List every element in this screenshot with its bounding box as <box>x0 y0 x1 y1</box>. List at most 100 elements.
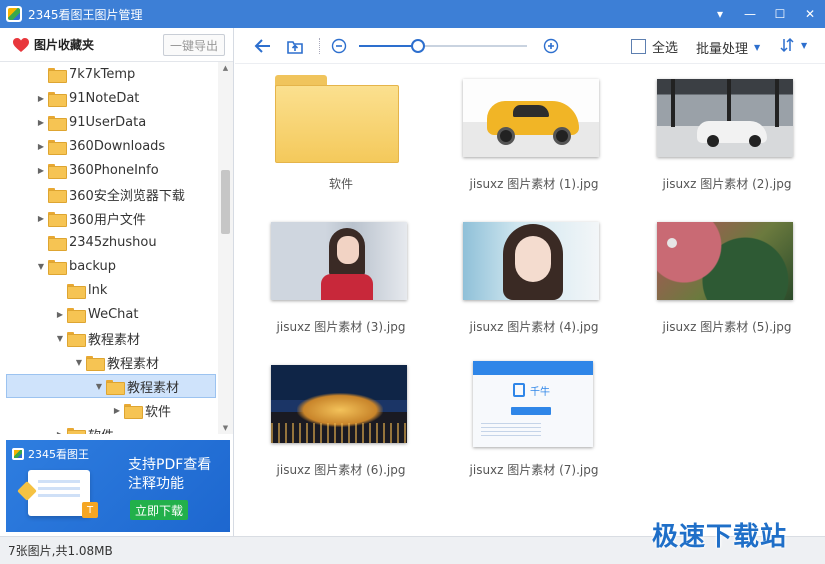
tree-item[interactable]: ▶ 91NoteDat <box>0 86 139 110</box>
zoom-slider[interactable] <box>359 39 527 53</box>
tree-item-label: 教程素材 <box>127 380 180 396</box>
collapsed-arrow-icon[interactable]: ▶ <box>36 142 46 151</box>
minimize-button[interactable]: — <box>735 0 765 28</box>
select-all-checkbox[interactable]: 全选 <box>631 37 678 56</box>
grid-item-image[interactable]: jisuxz 图片素材 (3).jpg <box>235 208 415 338</box>
tree-scrollbar[interactable]: ▲ ▼ <box>218 62 233 434</box>
sort-dropdown[interactable]: ▼ <box>779 37 807 53</box>
scroll-thumb[interactable] <box>221 170 230 234</box>
menu-dropdown-button[interactable]: ▾ <box>705 0 735 28</box>
tree-item-label: 软件 <box>88 425 114 435</box>
collapsed-arrow-icon[interactable]: ▶ <box>36 118 46 127</box>
grid-item-image[interactable]: jisuxz 图片素材 (4).jpg <box>428 208 608 338</box>
select-all-label: 全选 <box>652 41 679 56</box>
checkbox-box[interactable] <box>631 39 646 54</box>
image-grid: 软件 jisuxz 图片素材 (1).jpg jisuxz 图片素材 (2).j… <box>235 65 825 535</box>
grid-item-label: jisuxz 图片素材 (2).jpg <box>662 177 792 191</box>
chevron-down-icon: ▼ <box>754 43 761 52</box>
expanded-arrow-icon[interactable]: ▼ <box>74 358 84 367</box>
collapsed-arrow-icon[interactable]: ▶ <box>112 406 122 415</box>
ad-line2: 注释功能 <box>128 476 184 492</box>
tree-item-label: 360PhoneInfo <box>69 162 159 178</box>
scroll-down-arrow[interactable]: ▼ <box>218 422 233 434</box>
grid-item-image[interactable]: jisuxz 图片素材 (5).jpg <box>621 208 801 338</box>
window-title: 2345看图王图片管理 <box>28 7 143 22</box>
folder-icon <box>48 91 67 107</box>
ad-banner[interactable]: 2345看图王 T 支持PDF查看 注释功能 立即下载 <box>6 440 230 532</box>
tree-item[interactable]: ▼ 教程素材 <box>0 350 159 374</box>
collapsed-arrow-icon[interactable]: ▶ <box>36 214 46 223</box>
tree-item[interactable]: ▶ 360PhoneInfo <box>0 158 159 182</box>
export-button[interactable]: 一键导出 <box>163 34 225 56</box>
grid-item-image[interactable]: jisuxz 图片素材 (2).jpg <box>621 65 801 195</box>
grid-item-label: jisuxz 图片素材 (7).jpg <box>469 463 599 477</box>
ad-line1: 支持PDF查看 <box>128 457 212 473</box>
collapsed-arrow-icon[interactable]: ▶ <box>55 310 65 319</box>
grid-item-label: jisuxz 图片素材 (4).jpg <box>469 320 599 334</box>
tree-item[interactable]: ▶ 360Downloads <box>0 134 165 158</box>
back-arrow-icon[interactable] <box>253 36 273 56</box>
expanded-arrow-icon[interactable]: ▼ <box>94 382 104 391</box>
expanded-arrow-icon[interactable]: ▼ <box>55 334 65 343</box>
batch-process-dropdown[interactable]: 批量处理 ▼ <box>696 38 760 57</box>
folder-icon <box>67 283 86 299</box>
maximize-button[interactable]: ☐ <box>765 0 795 28</box>
collapsed-arrow-icon[interactable]: ▶ <box>55 430 65 435</box>
tree-item[interactable]: 7k7kTemp <box>0 62 135 86</box>
sidebar-header: 图片收藏夹 一键导出 <box>0 28 233 62</box>
tree-item-label: 教程素材 <box>88 332 141 348</box>
zoom-out-icon[interactable] <box>329 36 349 56</box>
image-thumbnail <box>463 79 599 157</box>
ad-text: 支持PDF查看 注释功能 <box>128 456 211 494</box>
grid-item-folder[interactable]: 软件 <box>235 65 415 195</box>
tree-item-label: WeChat <box>88 306 139 322</box>
tree-item[interactable]: 360安全浏览器下载 <box>0 182 185 206</box>
folder-icon <box>48 163 67 179</box>
zoom-in-icon[interactable] <box>541 36 561 56</box>
parent-folder-icon[interactable] <box>285 36 305 56</box>
sidebar: 图片收藏夹 一键导出 7k7kTemp ▶ 91NoteDat ▶ 91UserData… <box>0 28 234 536</box>
folder-icon <box>124 403 143 419</box>
image-thumbnail: 千牛 <box>473 361 593 447</box>
folder-icon <box>48 67 67 83</box>
tree-item[interactable]: ▶ 360用户文件 <box>0 206 146 230</box>
grid-item-image[interactable]: jisuxz 图片素材 (6).jpg <box>235 351 415 481</box>
image-thumbnail <box>657 79 793 157</box>
tree-item-label: 2345zhushou <box>69 234 157 250</box>
folder-icon <box>106 379 125 395</box>
scroll-up-arrow[interactable]: ▲ <box>218 62 233 74</box>
tree-item[interactable]: ▶ 软件 <box>0 398 171 422</box>
expanded-arrow-icon[interactable]: ▼ <box>36 262 46 271</box>
close-button[interactable]: ✕ <box>795 0 825 28</box>
tree-item[interactable]: ▶ 软件 <box>0 422 114 434</box>
tree-item[interactable]: ▼ backup <box>0 254 116 278</box>
watermark: 极速下载站 <box>652 522 788 552</box>
tree-item-label: 91NoteDat <box>69 90 140 106</box>
document-icon <box>28 470 90 516</box>
collapsed-arrow-icon[interactable]: ▶ <box>36 94 46 103</box>
image-thumbnail <box>657 222 793 300</box>
folder-icon <box>48 235 67 251</box>
grid-item-image[interactable]: jisuxz 图片素材 (1).jpg <box>428 65 608 195</box>
grid-item-label: 软件 <box>328 177 353 191</box>
tree-item[interactable]: ▶ 91UserData <box>0 110 146 134</box>
tree-item[interactable]: ▶ WeChat <box>0 302 138 326</box>
collapsed-arrow-icon[interactable]: ▶ <box>36 166 46 175</box>
tree-item-label: 7k7kTemp <box>69 66 136 82</box>
tree-item-label: 软件 <box>145 404 172 420</box>
tree-item[interactable]: ▼ 教程素材 <box>6 374 216 398</box>
folder-icon <box>48 259 67 275</box>
zoom-slider-fill <box>359 45 418 47</box>
tree-item[interactable]: 2345zhushou <box>0 230 157 254</box>
zoom-slider-knob[interactable] <box>410 39 425 53</box>
tree-item-label: backup <box>69 258 116 274</box>
ad-download-button[interactable]: 立即下载 <box>130 500 188 520</box>
grid-item-image[interactable]: 千牛 jisuxz 图片素材 (7).jpg <box>428 351 608 481</box>
tree-item[interactable]: ▼ 教程素材 <box>0 326 140 350</box>
heart-icon <box>13 37 29 52</box>
sort-icon <box>780 37 794 53</box>
tree-item-label: 教程素材 <box>107 356 160 372</box>
folder-icon <box>67 427 86 434</box>
tree-item[interactable]: lnk <box>0 278 107 302</box>
ad-brand-text: 2345看图王 <box>28 448 89 461</box>
